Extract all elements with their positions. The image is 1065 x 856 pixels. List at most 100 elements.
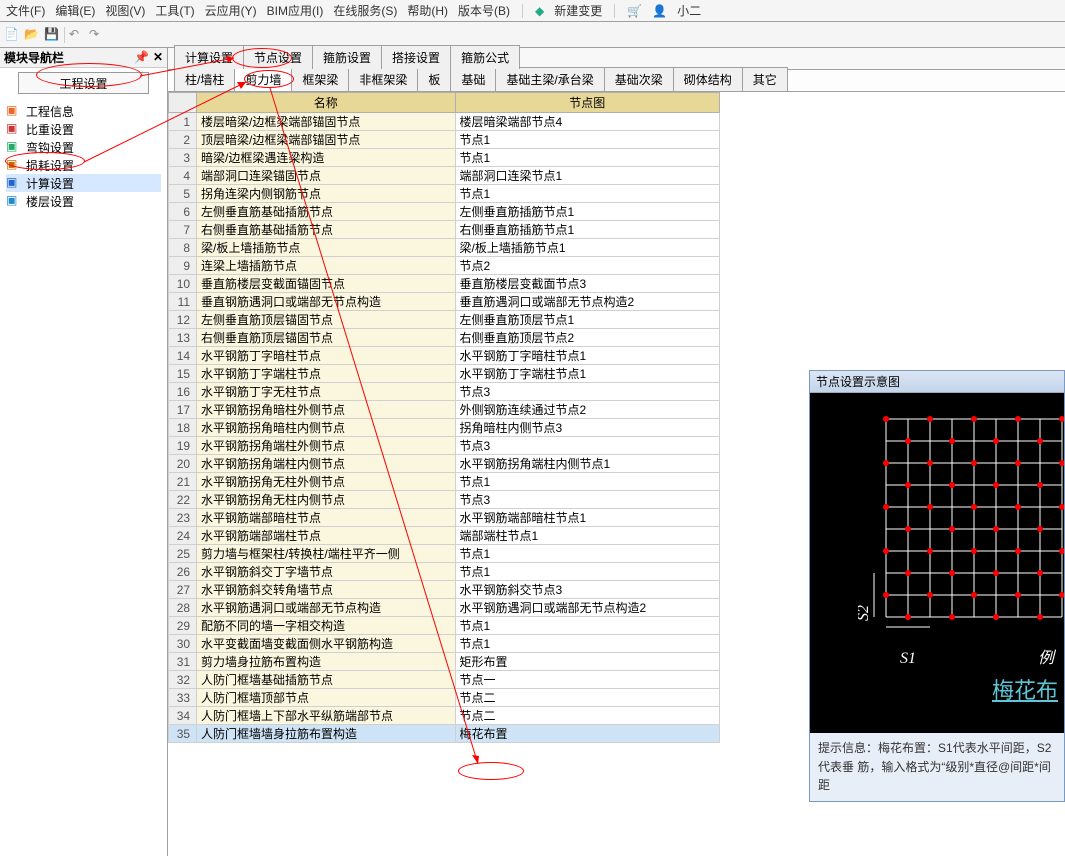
close-icon[interactable]: ✕ xyxy=(153,50,163,64)
row-node[interactable]: 节点2 xyxy=(455,257,719,275)
table-row[interactable]: 26水平钢筋斜交丁字墙节点节点1 xyxy=(169,563,720,581)
row-node[interactable]: 水平钢筋丁字端柱节点1 xyxy=(455,365,719,383)
row-name[interactable]: 水平钢筋丁字暗柱节点 xyxy=(197,347,455,365)
table-row[interactable]: 7右侧垂直筋基础插筋节点右侧垂直筋插筋节点1 xyxy=(169,221,720,239)
pin-icon[interactable]: 📌 xyxy=(134,50,149,64)
table-row[interactable]: 29配筋不同的墙一字相交构造节点1 xyxy=(169,617,720,635)
table-row[interactable]: 25剪力墙与框架柱/转换柱/端柱平齐一侧节点1 xyxy=(169,545,720,563)
project-settings-button[interactable]: 工程设置 xyxy=(18,72,149,94)
row-node[interactable]: 左侧垂直筋顶层节点1 xyxy=(455,311,719,329)
cart-icon[interactable]: 🛒 xyxy=(627,4,642,18)
sub-tab-3[interactable]: 非框架梁 xyxy=(348,67,418,91)
row-node[interactable]: 节点1 xyxy=(455,149,719,167)
row-node[interactable]: 右侧垂直筋顶层节点2 xyxy=(455,329,719,347)
table-row[interactable]: 13右侧垂直筋顶层锚固节点右侧垂直筋顶层节点2 xyxy=(169,329,720,347)
row-node[interactable]: 节点一 xyxy=(455,671,719,689)
row-name[interactable]: 剪力墙与框架柱/转换柱/端柱平齐一侧 xyxy=(197,545,455,563)
table-row[interactable]: 4端部洞口连梁锚固节点端部洞口连梁节点1 xyxy=(169,167,720,185)
row-name[interactable]: 水平钢筋拐角无柱内侧节点 xyxy=(197,491,455,509)
save-icon[interactable]: 💾 xyxy=(44,27,60,43)
row-name[interactable]: 梁/板上墙插筋节点 xyxy=(197,239,455,257)
row-name[interactable]: 水平钢筋拐角暗柱外侧节点 xyxy=(197,401,455,419)
row-name[interactable]: 水平变截面墙变截面侧水平钢筋构造 xyxy=(197,635,455,653)
diagram-link[interactable]: 梅花布 xyxy=(992,673,1058,705)
table-row[interactable]: 18水平钢筋拐角暗柱内侧节点拐角暗柱内侧节点3 xyxy=(169,419,720,437)
top-tab-0[interactable]: 计算设置 xyxy=(174,45,244,69)
row-node[interactable]: 矩形布置 xyxy=(455,653,719,671)
row-node[interactable]: 节点1 xyxy=(455,635,719,653)
row-node[interactable]: 节点1 xyxy=(455,131,719,149)
row-node[interactable]: 外侧钢筋连续通过节点2 xyxy=(455,401,719,419)
table-row[interactable]: 20水平钢筋拐角端柱内侧节点水平钢筋拐角端柱内侧节点1 xyxy=(169,455,720,473)
sub-tab-9[interactable]: 其它 xyxy=(742,67,788,91)
row-name[interactable]: 配筋不同的墙一字相交构造 xyxy=(197,617,455,635)
row-node[interactable]: 水平钢筋丁字暗柱节点1 xyxy=(455,347,719,365)
row-name[interactable]: 左侧垂直筋顶层锚固节点 xyxy=(197,311,455,329)
table-row[interactable]: 28水平钢筋遇洞口或端部无节点构造水平钢筋遇洞口或端部无节点构造2 xyxy=(169,599,720,617)
table-row[interactable]: 16水平钢筋丁字无柱节点节点3 xyxy=(169,383,720,401)
table-row[interactable]: 5拐角连梁内侧钢筋节点节点1 xyxy=(169,185,720,203)
top-tab-3[interactable]: 搭接设置 xyxy=(381,45,451,69)
row-name[interactable]: 端部洞口连梁锚固节点 xyxy=(197,167,455,185)
row-name[interactable]: 水平钢筋拐角端柱外侧节点 xyxy=(197,437,455,455)
menu-bim[interactable]: BIM应用(I) xyxy=(267,2,324,19)
menu-cloud[interactable]: 云应用(Y) xyxy=(205,2,257,19)
menu-tools[interactable]: 工具(T) xyxy=(155,2,194,19)
row-name[interactable]: 右侧垂直筋顶层锚固节点 xyxy=(197,329,455,347)
sub-tab-7[interactable]: 基础次梁 xyxy=(604,67,674,91)
new-icon[interactable]: 📄 xyxy=(4,27,20,43)
row-node[interactable]: 梁/板上墙插筋节点1 xyxy=(455,239,719,257)
table-row[interactable]: 9连梁上墙插筋节点节点2 xyxy=(169,257,720,275)
table-row[interactable]: 1楼层暗梁/边框梁端部锚固节点楼层暗梁端部节点4 xyxy=(169,113,720,131)
row-node[interactable]: 左侧垂直筋插筋节点1 xyxy=(455,203,719,221)
row-node[interactable]: 节点3 xyxy=(455,437,719,455)
row-name[interactable]: 水平钢筋拐角暗柱内侧节点 xyxy=(197,419,455,437)
table-row[interactable]: 35人防门框墙墙身拉筋布置构造梅花布置 xyxy=(169,725,720,743)
table-row[interactable]: 24水平钢筋端部端柱节点端部端柱节点1 xyxy=(169,527,720,545)
row-name[interactable]: 人防门框墙顶部节点 xyxy=(197,689,455,707)
row-node[interactable]: 水平钢筋拐角端柱内侧节点1 xyxy=(455,455,719,473)
sub-tab-6[interactable]: 基础主梁/承台梁 xyxy=(495,67,604,91)
sidebar-item-2[interactable]: ▣弯钩设置 xyxy=(6,138,161,156)
menu-online[interactable]: 在线服务(S) xyxy=(333,2,397,19)
row-node[interactable]: 垂直筋遇洞口或端部无节点构造2 xyxy=(455,293,719,311)
sidebar-item-4[interactable]: ▣计算设置 xyxy=(6,174,161,192)
top-tab-1[interactable]: 节点设置 xyxy=(243,45,313,69)
table-row[interactable]: 31剪力墙身拉筋布置构造矩形布置 xyxy=(169,653,720,671)
row-node[interactable]: 节点3 xyxy=(455,491,719,509)
menu-edit[interactable]: 编辑(E) xyxy=(55,2,95,19)
row-name[interactable]: 水平钢筋丁字端柱节点 xyxy=(197,365,455,383)
table-row[interactable]: 12左侧垂直筋顶层锚固节点左侧垂直筋顶层节点1 xyxy=(169,311,720,329)
table-row[interactable]: 10垂直筋楼层变截面锚固节点垂直筋楼层变截面节点3 xyxy=(169,275,720,293)
table-row[interactable]: 33人防门框墙顶部节点节点二 xyxy=(169,689,720,707)
sub-tab-8[interactable]: 砌体结构 xyxy=(673,67,743,91)
row-node[interactable]: 梅花布置 xyxy=(455,725,719,743)
row-name[interactable]: 连梁上墙插筋节点 xyxy=(197,257,455,275)
table-row[interactable]: 17水平钢筋拐角暗柱外侧节点外侧钢筋连续通过节点2 xyxy=(169,401,720,419)
row-name[interactable]: 水平钢筋拐角端柱内侧节点 xyxy=(197,455,455,473)
row-node[interactable]: 水平钢筋斜交节点3 xyxy=(455,581,719,599)
table-row[interactable]: 34人防门框墙上下部水平纵筋端部节点节点二 xyxy=(169,707,720,725)
row-name[interactable]: 水平钢筋斜交转角墙节点 xyxy=(197,581,455,599)
sidebar-item-3[interactable]: ▣损耗设置 xyxy=(6,156,161,174)
sub-tab-1[interactable]: 剪力墙 xyxy=(234,67,292,91)
menu-file[interactable]: 文件(F) xyxy=(6,2,45,19)
sidebar-item-5[interactable]: ▣楼层设置 xyxy=(6,192,161,210)
row-node[interactable]: 端部端柱节点1 xyxy=(455,527,719,545)
row-name[interactable]: 暗梁/边框梁遇连梁构造 xyxy=(197,149,455,167)
row-node[interactable]: 节点1 xyxy=(455,185,719,203)
row-node[interactable]: 楼层暗梁端部节点4 xyxy=(455,113,719,131)
top-tab-2[interactable]: 箍筋设置 xyxy=(312,45,382,69)
menu-new-change[interactable]: 新建变更 xyxy=(554,2,602,19)
menu-version[interactable]: 版本号(B) xyxy=(458,2,510,19)
row-name[interactable]: 水平钢筋端部暗柱节点 xyxy=(197,509,455,527)
row-node[interactable]: 节点1 xyxy=(455,545,719,563)
table-row[interactable]: 14水平钢筋丁字暗柱节点水平钢筋丁字暗柱节点1 xyxy=(169,347,720,365)
table-row[interactable]: 30水平变截面墙变截面侧水平钢筋构造节点1 xyxy=(169,635,720,653)
row-name[interactable]: 水平钢筋拐角无柱外侧节点 xyxy=(197,473,455,491)
sub-tab-4[interactable]: 板 xyxy=(417,67,451,91)
table-row[interactable]: 8梁/板上墙插筋节点梁/板上墙插筋节点1 xyxy=(169,239,720,257)
table-row[interactable]: 32人防门框墙基础插筋节点节点一 xyxy=(169,671,720,689)
table-row[interactable]: 15水平钢筋丁字端柱节点水平钢筋丁字端柱节点1 xyxy=(169,365,720,383)
top-tab-4[interactable]: 箍筋公式 xyxy=(450,45,520,69)
